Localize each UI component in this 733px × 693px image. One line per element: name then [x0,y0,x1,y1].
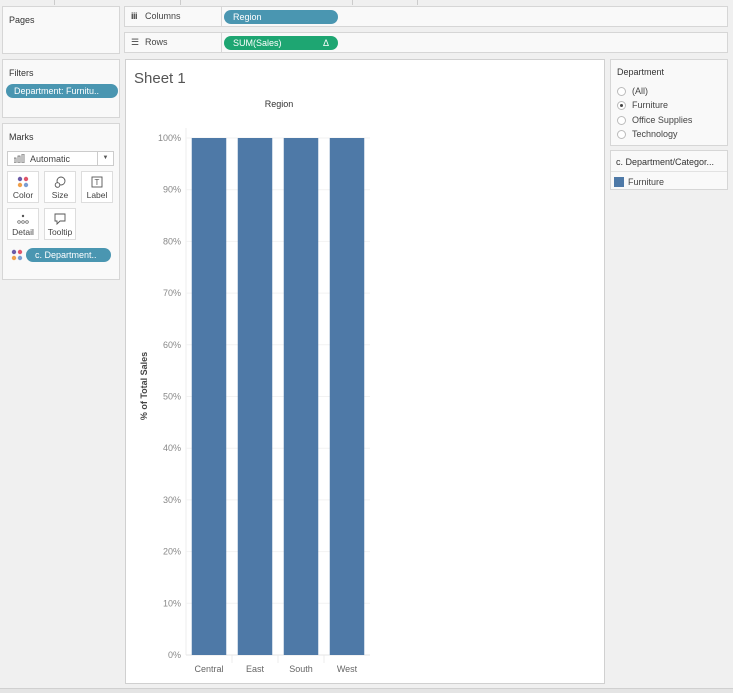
rows-shelf[interactable]: ☰ Rows SUM(Sales) Δ [124,32,728,53]
sum-sales-pill[interactable]: SUM(Sales) Δ [224,36,338,50]
filters-shelf[interactable]: Filters Department: Furnitu.. [2,59,120,118]
color-label: Color [12,190,34,200]
radio-button[interactable] [617,130,626,139]
legend-swatch-furniture[interactable] [614,177,624,187]
worksheet-view: Sheet 1 Region % of Total Sales 0% 10% 20%… [125,59,605,684]
table-calc-delta-icon: Δ [322,38,329,48]
radio-label: Technology [632,129,678,139]
pages-shelf[interactable]: Pages [2,6,120,54]
columns-label-area: iii Columns [125,7,222,26]
bar-west[interactable] [329,138,365,655]
legend-label-furniture: Furniture [628,177,665,187]
detail-label: Detail [12,227,34,237]
y-tick-label: 90% [163,185,181,195]
department-filter-card: Department (All) Furniture Office Suppli… [610,59,728,146]
top-toolbar-strip [0,0,733,5]
radio-button[interactable] [617,87,626,96]
rows-icon: ☰ [131,37,140,47]
label-button[interactable]: T Label [81,171,113,203]
department-filter-title: Department [617,67,665,77]
y-tick-label: 80% [163,236,181,246]
color-button[interactable]: Color [7,171,39,203]
department-color-pill-label: c. Department.. [35,250,97,260]
radio-label: Furniture [632,100,669,110]
mark-type-value: Automatic [30,154,71,164]
detail-icon [8,213,38,225]
y-tick-label: 50% [163,392,181,402]
bar-chart: Region % of Total Sales 0% 10% 20% 30% 40% 50… [139,99,370,674]
size-button[interactable]: Size [44,171,76,203]
y-tick-label: 100% [158,133,181,143]
rows-label-area: ☰ Rows [125,33,222,52]
tooltip-label: Tooltip [47,227,73,237]
pages-title: Pages [9,15,35,25]
svg-text:T: T [95,178,100,187]
y-tick-label: 10% [163,598,181,608]
filters-title: Filters [9,68,34,78]
label-label: Label [86,190,108,200]
radio-label: (All) [632,86,648,96]
divider [54,0,55,5]
column-header-region: Region [265,99,294,109]
chevron-down-icon[interactable]: ▼ [97,152,113,165]
detail-button[interactable]: Detail [7,208,39,240]
color-legend-card: c. Department/Categor... Furniture [610,150,728,190]
radio-label: Office Supplies [632,115,693,125]
sum-sales-pill-label: SUM(Sales) [233,38,282,48]
columns-label: Columns [145,11,181,21]
department-color-pill[interactable]: c. Department.. [26,248,111,262]
y-tick-label: 20% [163,547,181,557]
marks-title: Marks [9,132,34,142]
legend-title: c. Department/Categor... [616,157,715,167]
region-pill[interactable]: Region [224,10,338,24]
color-encoding-icon [11,249,23,263]
bar-chart-icon [13,153,26,165]
divider [352,0,353,5]
mark-type-dropdown[interactable]: Automatic ▼ [7,151,114,166]
radio-button-selected[interactable] [617,101,626,110]
x-tick-label: South [289,664,313,674]
label-icon: T [82,176,112,188]
tooltip-icon [45,213,75,226]
bar-east[interactable] [237,138,273,655]
radio-button[interactable] [617,116,626,125]
columns-shelf[interactable]: iii Columns Region [124,6,728,27]
region-pill-label: Region [233,12,262,22]
y-tick-label: 70% [163,288,181,298]
divider [611,171,727,172]
tooltip-button[interactable]: Tooltip [44,208,76,240]
columns-icon: iii [131,11,138,21]
x-tick-label: East [246,664,265,674]
size-icon [45,176,75,188]
bar-south[interactable] [283,138,319,655]
x-tick-label: Central [194,664,223,674]
y-tick-label: 30% [163,495,181,505]
department-filter-pill[interactable]: Department: Furnitu.. [6,84,118,98]
department-filter-pill-label: Department: Furnitu.. [14,86,100,96]
bottom-status-bar [0,688,733,693]
divider [180,0,181,5]
y-tick-label: 0% [168,650,181,660]
color-icon [8,176,38,188]
rows-label: Rows [145,37,168,47]
size-label: Size [51,190,69,200]
x-tick-label: West [337,664,358,674]
y-tick-label: 40% [163,443,181,453]
y-axis-title: % of Total Sales [139,352,149,420]
bar-central[interactable] [191,138,227,655]
y-tick-label: 60% [163,340,181,350]
divider [417,0,418,5]
